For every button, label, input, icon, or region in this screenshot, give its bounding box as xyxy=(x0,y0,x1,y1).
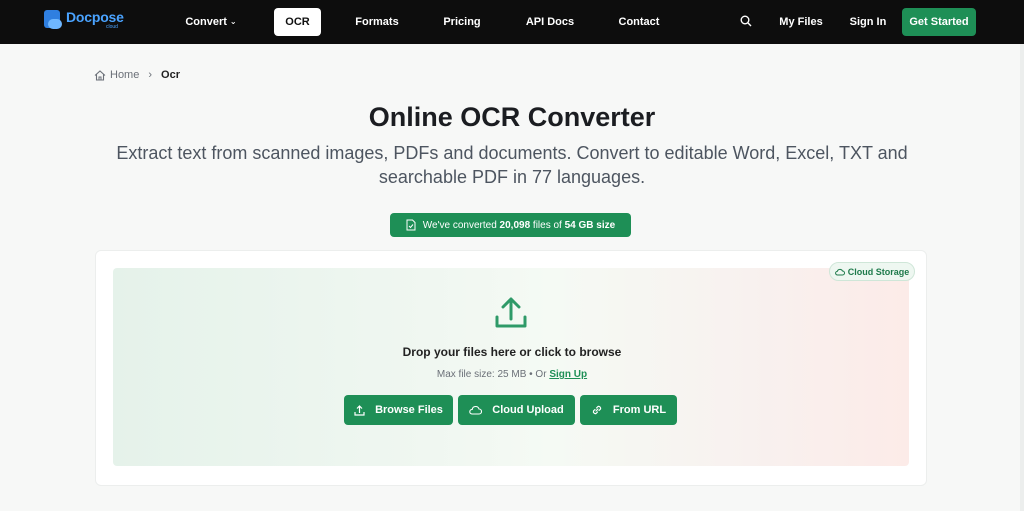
page-subtitle: Extract text from scanned images, PDFs a… xyxy=(116,143,908,187)
cloud-upload-label: Cloud Upload xyxy=(492,404,564,416)
cloud-upload-icon xyxy=(469,405,483,415)
page-scrollbar[interactable] xyxy=(1020,44,1024,511)
stats-size: 54 GB size xyxy=(564,219,616,231)
cloud-storage-label: Cloud Storage xyxy=(847,266,910,277)
breadcrumb-home[interactable]: Home xyxy=(110,69,139,81)
from-url-button[interactable]: From URL xyxy=(580,395,677,425)
nav-convert-dropdown[interactable]: Convert ⌄ xyxy=(178,8,244,36)
sign-up-link[interactable]: Sign Up xyxy=(549,369,587,380)
breadcrumb-current: Ocr xyxy=(161,69,180,81)
drop-instructions: Drop your files here or click to browse xyxy=(402,345,622,359)
cloud-storage-badge[interactable]: Cloud Storage xyxy=(829,262,915,281)
nav-ocr[interactable]: OCR xyxy=(274,8,321,36)
page-title: Online OCR Converter xyxy=(368,102,656,132)
nav-convert-label: Convert xyxy=(185,16,227,28)
logo-subtext: cloud xyxy=(106,24,118,30)
breadcrumb: Home › Ocr xyxy=(94,69,180,81)
logo-icon xyxy=(44,10,64,32)
top-navbar: Docpose cloud Convert ⌄ OCR Formats Prici… xyxy=(0,0,1024,44)
stats-prefix: We've converted xyxy=(422,219,497,231)
home-icon xyxy=(94,69,106,81)
nav-formats[interactable]: Formats xyxy=(350,8,404,36)
cloud-upload-button[interactable]: Cloud Upload xyxy=(458,395,575,425)
cloud-icon xyxy=(834,268,845,275)
browse-files-button[interactable]: Browse Files xyxy=(344,395,453,425)
get-started-button[interactable]: Get Started xyxy=(902,8,976,36)
max-file-size-note: Max file size: 25 MB • Or Sign Up xyxy=(0,369,1024,380)
link-icon xyxy=(592,405,602,415)
search-button[interactable] xyxy=(735,8,757,36)
chevron-down-icon: ⌄ xyxy=(229,17,237,26)
max-size-text: Max file size: 25 MB • Or xyxy=(436,369,547,380)
browse-files-label: Browse Files xyxy=(375,404,443,416)
search-icon xyxy=(740,15,752,27)
nav-sign-in[interactable]: Sign In xyxy=(844,8,892,36)
stats-files-count: 20,098 xyxy=(499,219,531,231)
nav-pricing[interactable]: Pricing xyxy=(437,8,487,36)
upload-icon xyxy=(495,297,527,328)
file-check-icon xyxy=(406,219,416,231)
conversion-stats-badge: We've converted 20,098 files of 54 GB si… xyxy=(390,213,631,237)
nav-my-files[interactable]: My Files xyxy=(774,8,828,36)
docpose-logo[interactable]: Docpose cloud xyxy=(44,10,124,32)
logo-wordmark: Docpose xyxy=(66,9,124,25)
stats-middle: files of xyxy=(532,219,562,231)
chevron-right-icon: › xyxy=(148,69,153,81)
nav-contact[interactable]: Contact xyxy=(612,8,666,36)
upload-small-icon xyxy=(354,404,365,416)
nav-api-docs[interactable]: API Docs xyxy=(520,8,580,36)
from-url-label: From URL xyxy=(612,404,667,416)
